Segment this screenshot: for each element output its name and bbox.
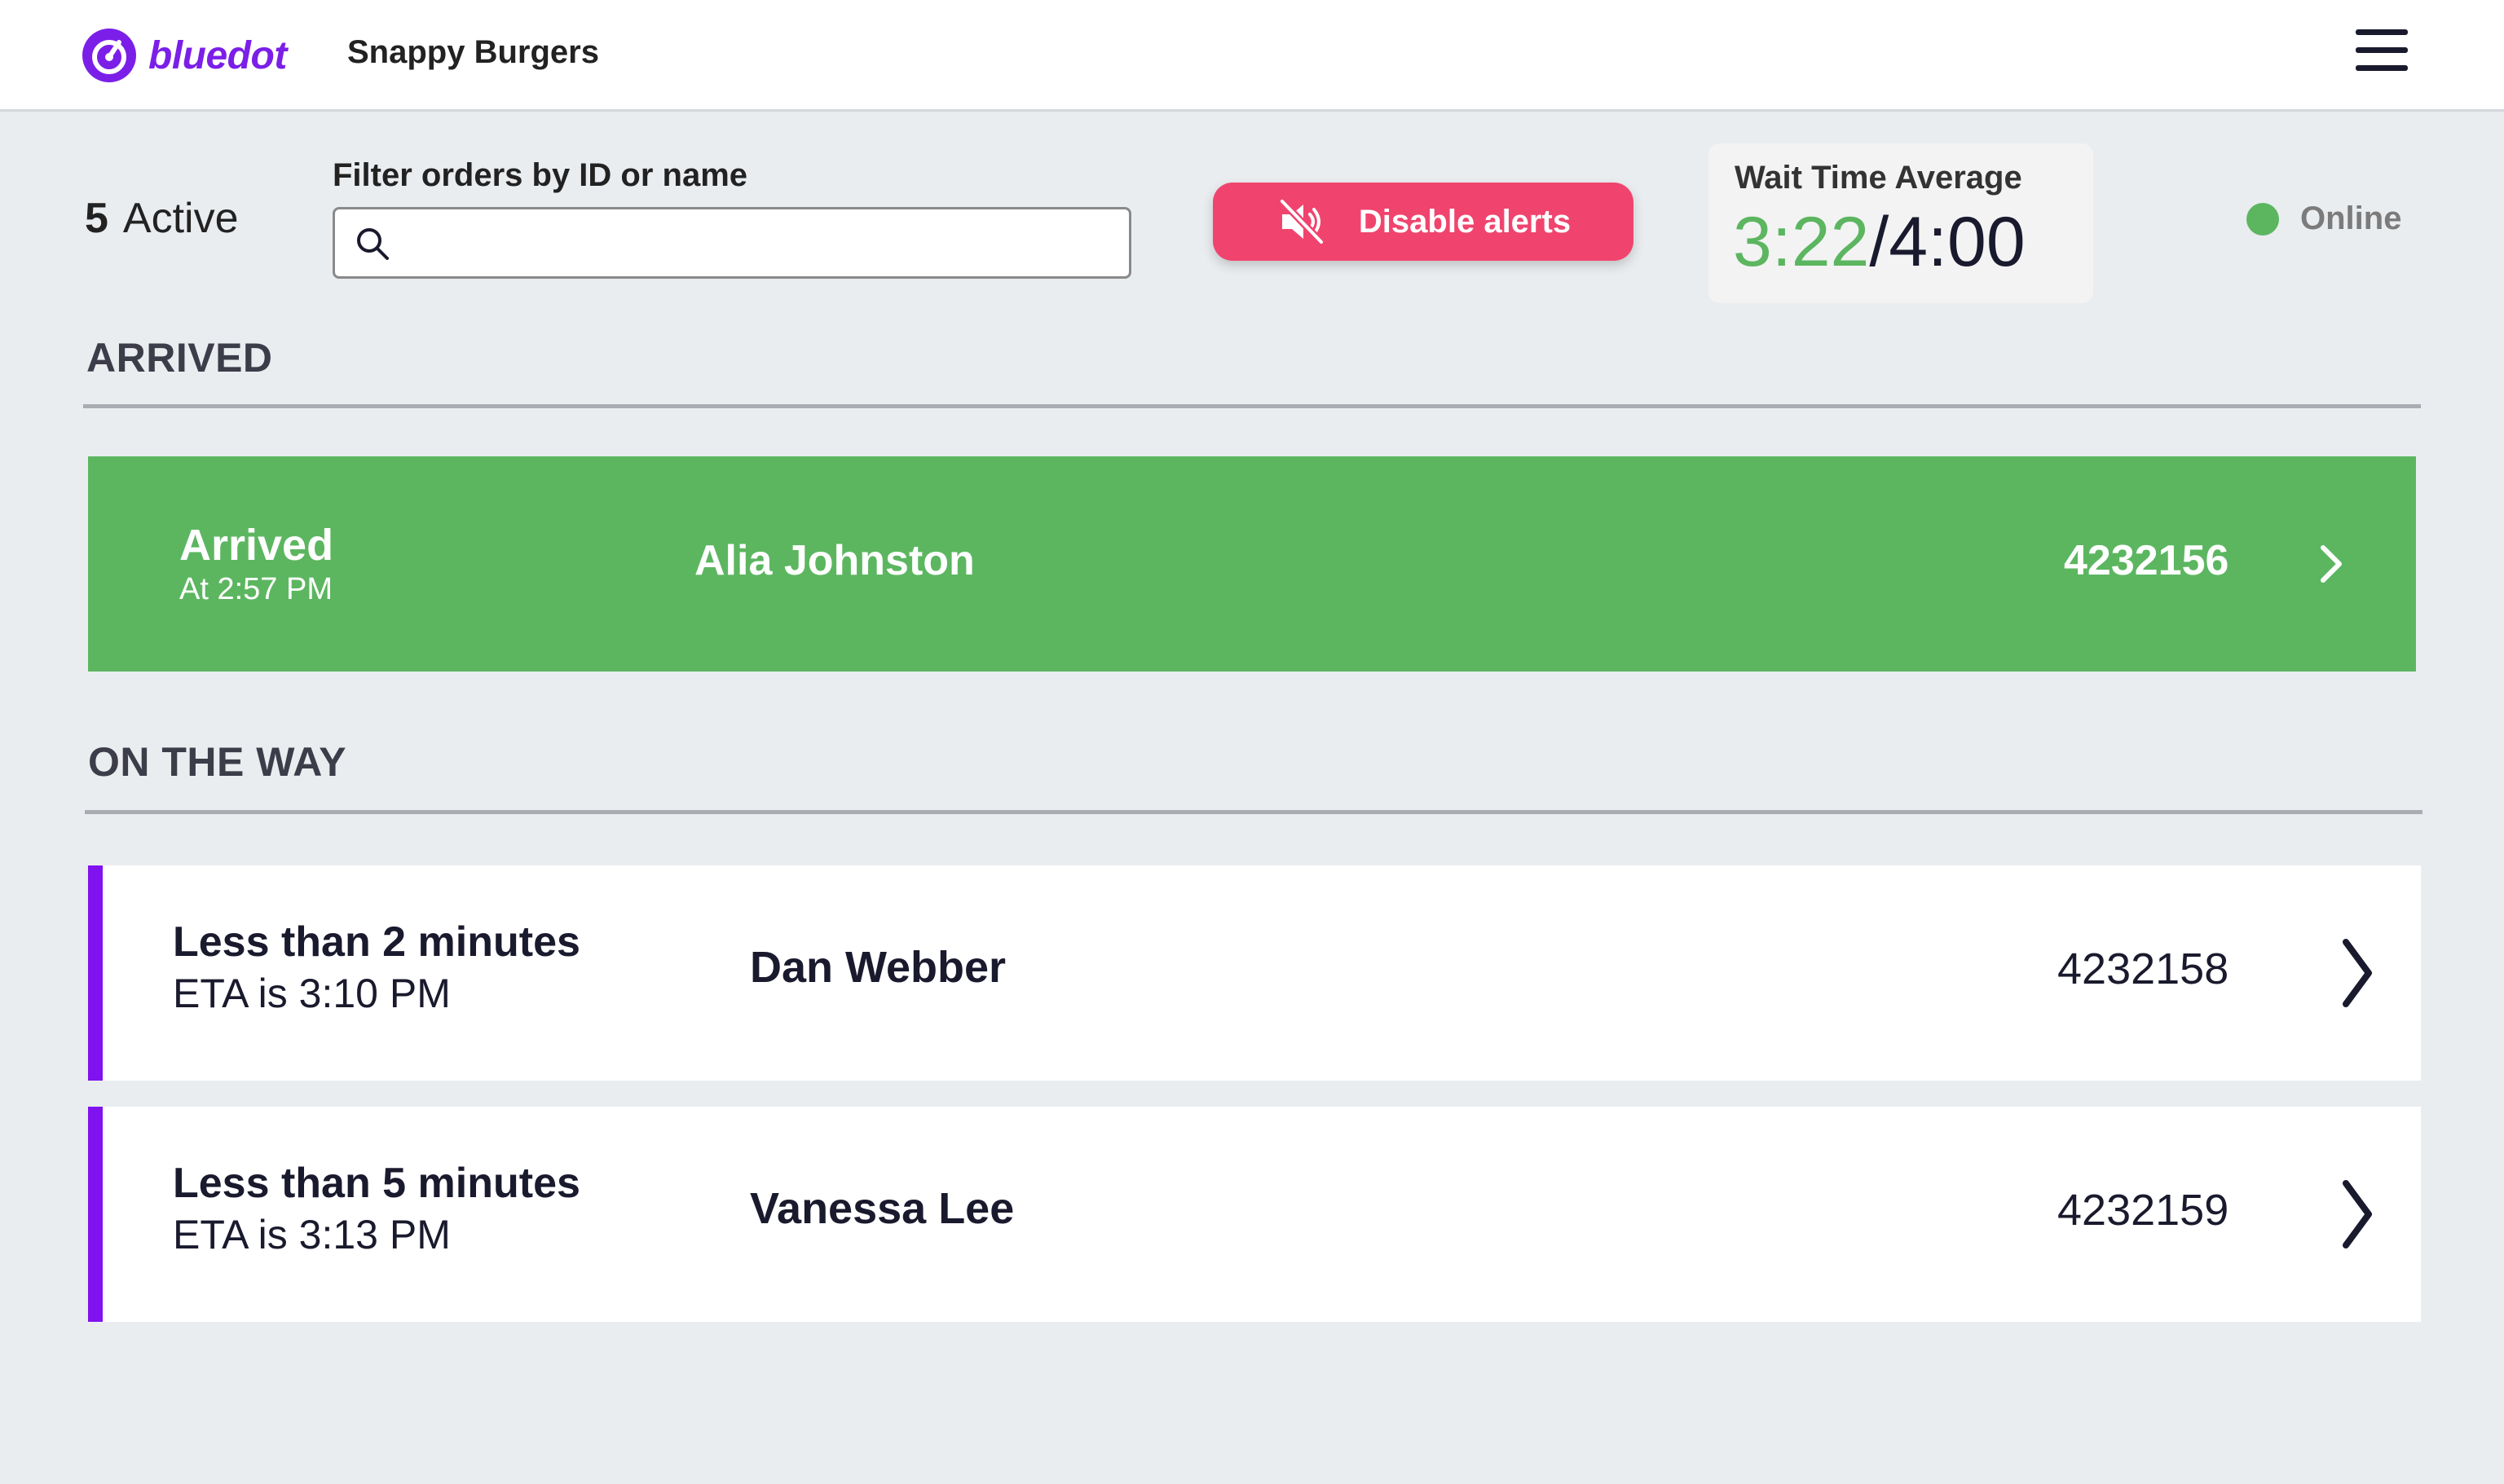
shop-name: Snappy Burgers	[347, 34, 599, 70]
wait-time-current: 3:22	[1733, 203, 1870, 281]
online-status: Online	[2246, 200, 2401, 237]
customer-name: Dan Webber	[750, 943, 1007, 992]
chevron-right-icon[interactable]	[2334, 1175, 2380, 1253]
on-the-way-order-card[interactable]: Less than 5 minutes ETA is 3:13 PM Vanes…	[88, 1107, 2421, 1322]
active-count-number: 5	[85, 195, 108, 242]
eta-title: Less than 5 minutes	[173, 1160, 580, 1207]
eta-time: ETA is 3:13 PM	[173, 1212, 451, 1257]
eta-status-bar	[88, 865, 103, 1081]
brand-name: bluedot	[148, 33, 287, 77]
order-id: 4232156	[2064, 537, 2229, 584]
active-count-label: Active	[122, 195, 239, 242]
search-icon	[357, 228, 389, 260]
status-label: Online	[2300, 200, 2402, 236]
on-the-way-section-divider	[85, 810, 2422, 814]
disable-alerts-label: Disable alerts	[1358, 203, 1572, 240]
arrived-time: At 2:57 PM	[179, 572, 333, 606]
bluedot-logo-icon	[82, 29, 136, 82]
wait-time-separator: /	[1869, 203, 1889, 281]
on-the-way-section-title: ON THE WAY	[88, 739, 347, 785]
hamburger-menu-icon[interactable]	[2356, 29, 2408, 75]
order-id: 4232159	[2057, 1186, 2229, 1235]
arrived-status: Arrived	[179, 521, 334, 570]
eta-time: ETA is 3:10 PM	[173, 971, 451, 1016]
status-dot-icon	[2246, 202, 2279, 236]
filter-search-box[interactable]	[333, 207, 1131, 279]
eta-status-bar	[88, 1107, 103, 1322]
disable-alerts-button[interactable]: Disable alerts	[1213, 183, 1633, 261]
wait-time-title: Wait Time Average	[1735, 160, 2022, 196]
wait-time-target: 4:00	[1889, 203, 2026, 281]
wait-time-values: 3:22/4:00	[1733, 207, 2026, 277]
customer-name: Vanessa Lee	[750, 1184, 1015, 1233]
arrived-section-title: ARRIVED	[86, 335, 273, 381]
order-id: 4232158	[2057, 945, 2229, 993]
arrived-order-card[interactable]: Arrived At 2:57 PM Alia Johnston 4232156	[88, 456, 2416, 672]
customer-name: Alia Johnston	[694, 537, 975, 584]
chevron-right-icon[interactable]	[2334, 934, 2380, 1012]
filter-input[interactable]	[408, 218, 1113, 270]
arrived-section-divider	[83, 404, 2421, 408]
speaker-muted-icon	[1279, 198, 1325, 245]
on-the-way-order-card[interactable]: Less than 2 minutes ETA is 3:10 PM Dan W…	[88, 865, 2421, 1081]
brand[interactable]: bluedot	[82, 28, 287, 83]
top-bar: bluedot Snappy Burgers	[0, 0, 2504, 112]
eta-title: Less than 2 minutes	[173, 918, 580, 966]
chevron-right-icon[interactable]	[2313, 539, 2349, 588]
wait-time-average-panel: Wait Time Average 3:22/4:00	[1708, 143, 2093, 303]
active-orders-count: 5 Active	[85, 194, 239, 243]
filter-label: Filter orders by ID or name	[333, 157, 748, 193]
